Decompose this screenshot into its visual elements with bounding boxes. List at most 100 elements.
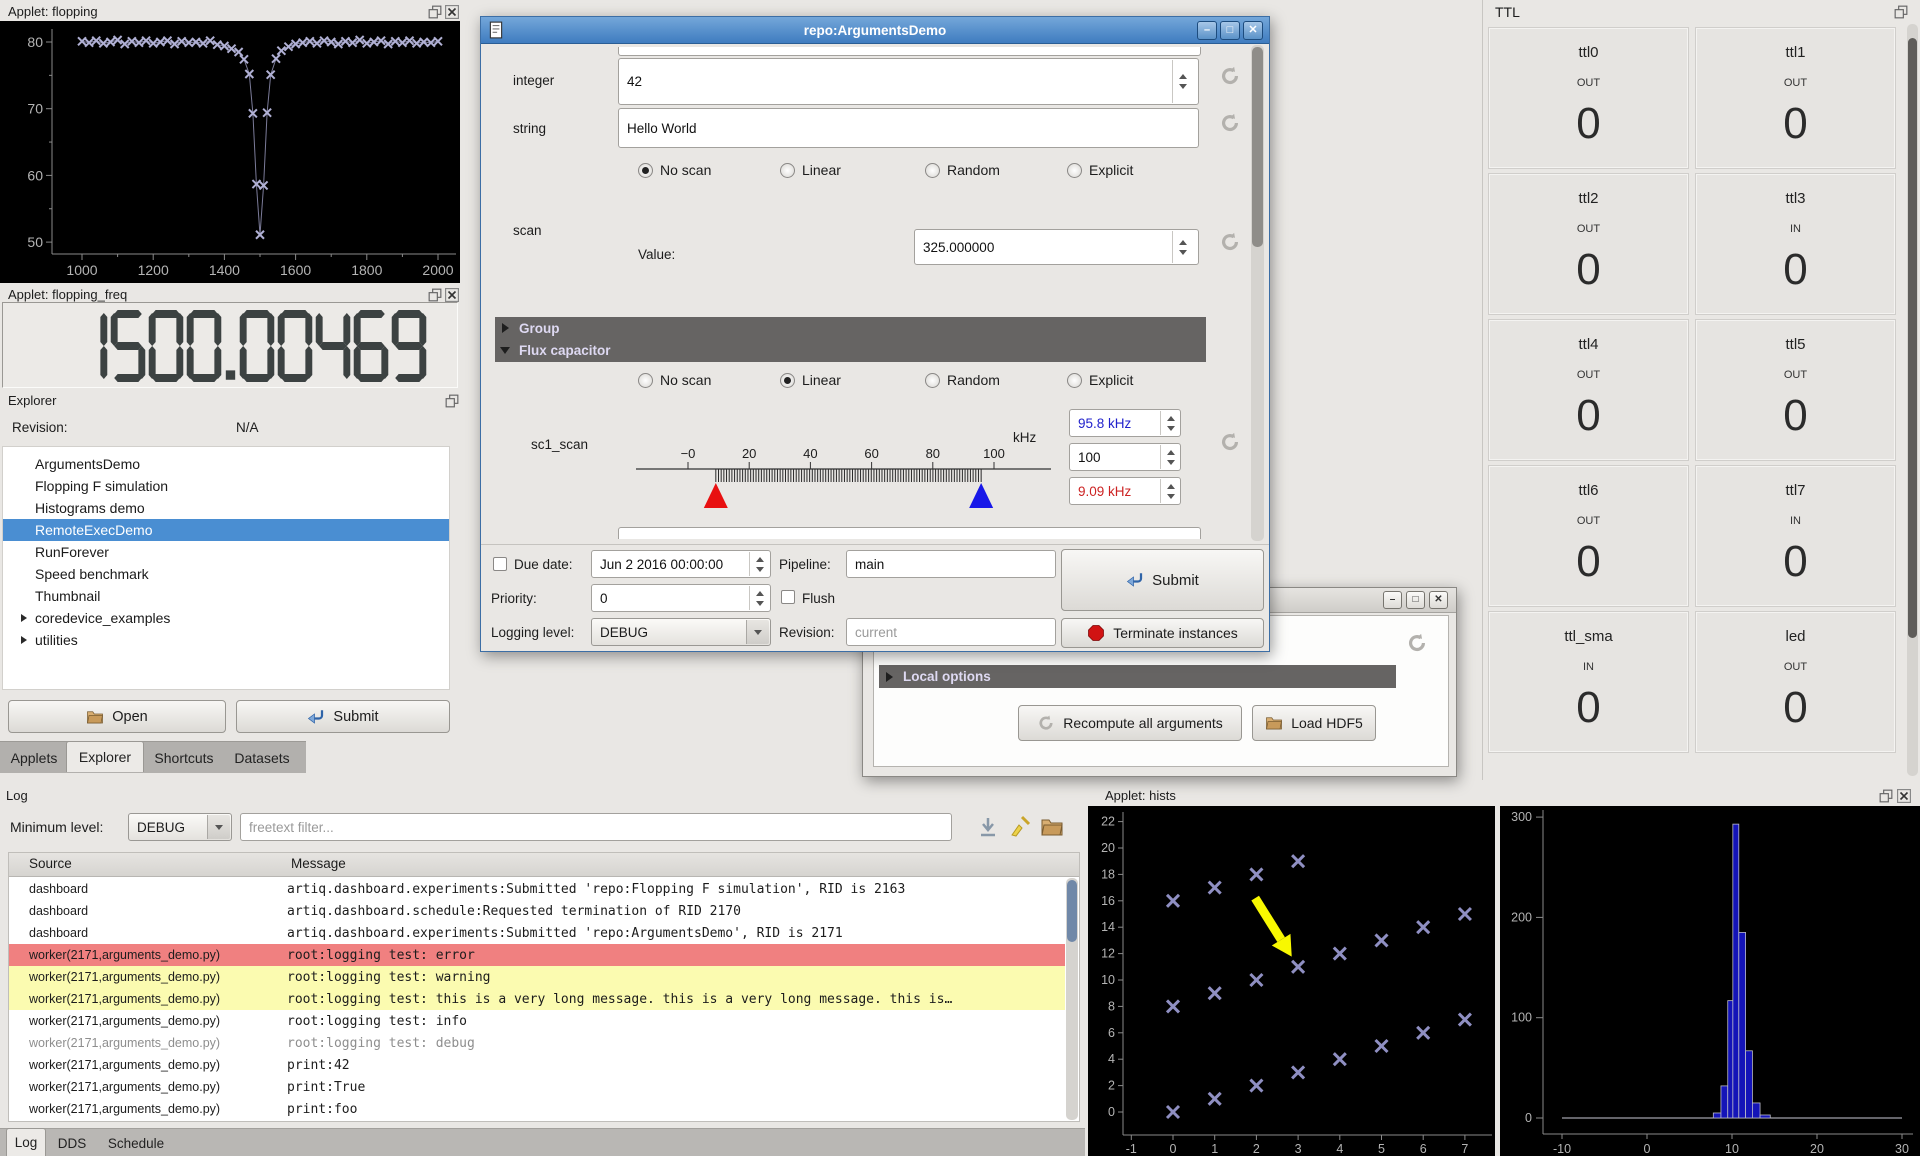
radio-no-scan[interactable] — [638, 163, 653, 178]
flux-max-spinner[interactable] — [1160, 411, 1180, 435]
ttl-card[interactable]: ttl2OUT0 — [1488, 173, 1689, 315]
minimize-button[interactable]: – — [1197, 21, 1217, 40]
message-column-header[interactable]: Message — [291, 856, 346, 871]
scan-value-field[interactable] — [914, 229, 1199, 265]
local-options-header[interactable]: Local options — [879, 665, 1396, 688]
ttl-card[interactable]: ledOUT0 — [1695, 611, 1896, 753]
window-scrollbar[interactable] — [1251, 45, 1264, 541]
ttl-card[interactable]: ttl1OUT0 — [1695, 27, 1896, 169]
minimize-button[interactable]: – — [1383, 591, 1402, 609]
tab-applets[interactable]: Applets — [2, 744, 66, 772]
ttl-scrollbar[interactable] — [1907, 24, 1918, 776]
due-date-checkbox[interactable] — [493, 557, 507, 571]
flux-npoints-spinner[interactable] — [1160, 445, 1180, 469]
folder-icon[interactable] — [1040, 815, 1064, 839]
ttl-card[interactable]: ttl5OUT0 — [1695, 319, 1896, 461]
tab-datasets[interactable]: Datasets — [224, 744, 300, 772]
recompute-arguments-button[interactable]: Recompute all arguments — [1018, 705, 1242, 741]
ttl-card[interactable]: ttl6OUT0 — [1488, 465, 1689, 607]
radio-random[interactable] — [925, 163, 940, 178]
ttl-scrollbar-thumb[interactable] — [1908, 38, 1917, 638]
refresh-icon[interactable] — [1219, 65, 1241, 87]
integer-field[interactable] — [618, 58, 1199, 105]
refresh-icon[interactable] — [1219, 431, 1241, 453]
float-icon[interactable] — [445, 394, 459, 408]
source-column-header[interactable]: Source — [29, 856, 72, 871]
experiment-item[interactable]: Thumbnail — [3, 585, 449, 607]
slider-min-handle[interactable] — [704, 483, 728, 508]
log-row[interactable]: dashboardartiq.dashboard.schedule:Reques… — [9, 900, 1065, 922]
log-row[interactable]: worker(2171,arguments_demo.py)print:foo — [9, 1098, 1065, 1120]
tab-log[interactable]: Log — [6, 1128, 46, 1156]
tree-expand-icon[interactable] — [21, 614, 27, 622]
broom-icon[interactable] — [1008, 815, 1032, 839]
ttl-card[interactable]: ttl0OUT0 — [1488, 27, 1689, 169]
experiment-item[interactable]: Flopping F simulation — [3, 475, 449, 497]
radio-random[interactable] — [925, 373, 940, 388]
group-header[interactable]: Group — [495, 317, 1206, 339]
terminate-instances-button[interactable]: Terminate instances — [1061, 618, 1264, 648]
load-hdf5-button[interactable]: Load HDF5 — [1252, 705, 1376, 741]
log-row[interactable]: worker(2171,arguments_demo.py)root:loggi… — [9, 1010, 1065, 1032]
log-row[interactable]: dashboardartiq.dashboard.experiments:Sub… — [9, 878, 1065, 900]
float-icon[interactable] — [1879, 789, 1893, 803]
float-icon[interactable] — [428, 288, 442, 302]
log-scrollbar-thumb[interactable] — [1067, 880, 1077, 942]
close-icon[interactable] — [445, 5, 459, 19]
window-titlebar[interactable]: repo:ArgumentsDemo – □ ✕ — [481, 17, 1269, 44]
log-row[interactable]: dashboardartiq.dashboard.experiments:Sub… — [9, 922, 1065, 944]
flux-capacitor-header[interactable]: Flux capacitor — [495, 339, 1206, 362]
log-row[interactable]: worker(2171,arguments_demo.py)print:42 — [9, 1054, 1065, 1076]
log-row[interactable]: worker(2171,arguments_demo.py)root:loggi… — [9, 966, 1065, 988]
experiment-item[interactable]: ArgumentsDemo — [3, 453, 449, 475]
window-scrollbar-thumb[interactable] — [1252, 47, 1263, 247]
explorer-submit-button[interactable]: Submit — [236, 700, 450, 733]
refresh-icon[interactable] — [1406, 632, 1428, 654]
string-field[interactable] — [618, 108, 1199, 148]
experiment-item[interactable]: Histograms demo — [3, 497, 449, 519]
refresh-icon[interactable] — [1219, 231, 1241, 253]
radio-linear[interactable] — [780, 163, 795, 178]
radio-explicit[interactable] — [1067, 163, 1082, 178]
maximize-button[interactable]: □ — [1220, 21, 1240, 40]
close-icon[interactable] — [445, 288, 459, 302]
ttl-card[interactable]: ttl7IN0 — [1695, 465, 1896, 607]
log-row[interactable]: worker(2171,arguments_demo.py)root:loggi… — [9, 988, 1065, 1010]
experiment-item[interactable]: Speed benchmark — [3, 563, 449, 585]
open-button[interactable]: Open — [8, 700, 226, 733]
experiment-item[interactable]: RunForever — [3, 541, 449, 563]
revision-field[interactable] — [846, 618, 1056, 646]
experiment-item[interactable]: utilities — [3, 629, 449, 651]
radio-no-scan[interactable] — [638, 373, 653, 388]
refresh-icon[interactable] — [1219, 112, 1241, 134]
flush-checkbox[interactable] — [781, 590, 795, 604]
tab-shortcuts[interactable]: Shortcuts — [146, 744, 222, 772]
float-icon[interactable] — [428, 5, 442, 19]
float-icon[interactable] — [1894, 5, 1908, 19]
radio-linear[interactable] — [780, 373, 795, 388]
due-date-field[interactable] — [591, 550, 771, 578]
log-filter-input[interactable] — [240, 813, 952, 841]
log-row[interactable]: worker(2171,arguments_demo.py)root:loggi… — [9, 1032, 1065, 1054]
log-row[interactable]: worker(2171,arguments_demo.py)print:True — [9, 1076, 1065, 1098]
tree-expand-icon[interactable] — [21, 636, 27, 644]
due-date-spinner[interactable] — [749, 552, 769, 576]
ttl-card[interactable]: ttl4OUT0 — [1488, 319, 1689, 461]
tab-schedule[interactable]: Schedule — [98, 1131, 174, 1156]
tab-explorer[interactable]: Explorer — [66, 741, 144, 772]
sc1-scan-slider[interactable]: kHz−020406080100 — [631, 416, 1071, 516]
ttl-card[interactable]: ttl_smaIN0 — [1488, 611, 1689, 753]
experiment-item[interactable]: RemoteExecDemo — [3, 519, 449, 541]
slider-max-handle[interactable] — [969, 483, 993, 508]
flux-min-spinner[interactable] — [1160, 479, 1180, 503]
scroll-bottom-icon[interactable] — [976, 815, 1000, 839]
logging-level-combobox[interactable]: DEBUG — [591, 618, 771, 646]
experiment-item[interactable]: coredevice_examples — [3, 607, 449, 629]
close-button[interactable]: ✕ — [1243, 21, 1263, 40]
pipeline-field[interactable] — [846, 550, 1056, 578]
radio-explicit[interactable] — [1067, 373, 1082, 388]
maximize-button[interactable]: □ — [1406, 591, 1425, 609]
close-button[interactable]: ✕ — [1429, 591, 1448, 609]
priority-field[interactable] — [591, 584, 771, 612]
log-scrollbar[interactable] — [1066, 878, 1078, 1120]
